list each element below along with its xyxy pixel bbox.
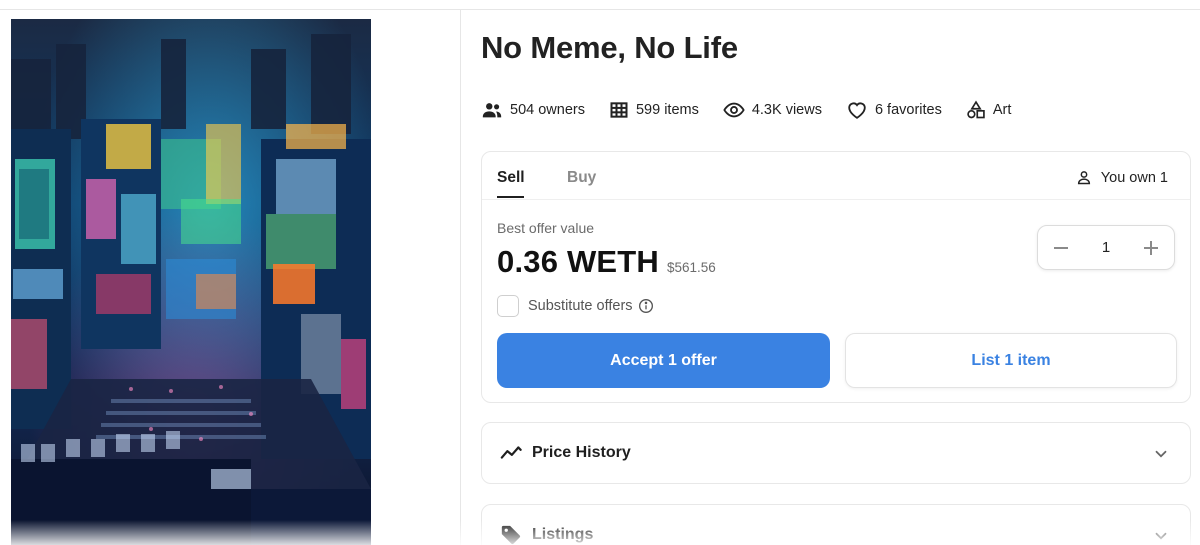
info-icon[interactable] <box>638 298 654 314</box>
substitute-offers-checkbox[interactable] <box>497 295 519 317</box>
stat-label: 599 items <box>635 102 699 118</box>
tag-icon <box>501 525 521 545</box>
plus-icon <box>1144 241 1158 255</box>
stats-row: 504 owners 599 items 4.3K views 6 favori… <box>481 99 1035 121</box>
trade-card: Sell Buy You own 1 Best offer value 0.36… <box>481 151 1191 403</box>
eye-icon <box>723 102 745 118</box>
list-item-button[interactable]: List 1 item <box>845 333 1177 388</box>
people-icon <box>482 103 502 118</box>
nft-artwork[interactable] <box>11 19 371 545</box>
stat-label: Art <box>992 102 1012 118</box>
stat-owners[interactable]: 504 owners <box>481 99 585 121</box>
heart-icon <box>848 102 866 119</box>
stat-views[interactable]: 4.3K views <box>723 99 822 121</box>
ownership-indicator: You own 1 <box>1076 169 1168 186</box>
media-column <box>0 10 461 545</box>
nft-item-page: No Meme, No Life 504 owners 599 items 4.… <box>0 0 1200 545</box>
price-history-panel[interactable]: Price History <box>481 422 1191 484</box>
tab-buy[interactable]: Buy <box>567 169 596 187</box>
price-history-label: Price History <box>532 444 631 461</box>
grid-icon <box>610 102 628 118</box>
chevron-down-icon <box>1155 532 1167 540</box>
page-title: No Meme, No Life <box>481 30 738 65</box>
trade-tabs: Sell Buy You own 1 <box>482 152 1190 200</box>
quantity-stepper: 1 <box>1037 225 1175 270</box>
listings-panel[interactable]: Listings <box>481 504 1191 545</box>
listings-label: Listings <box>532 526 594 543</box>
ownership-label: You own 1 <box>1100 169 1168 186</box>
stat-items[interactable]: 599 items <box>609 100 699 120</box>
trend-icon <box>500 446 522 459</box>
stat-favorites[interactable]: 6 favorites <box>846 99 942 121</box>
increment-button[interactable] <box>1140 237 1162 259</box>
person-icon <box>1077 171 1090 185</box>
accept-offer-button[interactable]: Accept 1 offer <box>497 333 830 388</box>
stat-label: 4.3K views <box>751 102 822 118</box>
tab-sell[interactable]: Sell <box>497 169 525 187</box>
shapes-icon <box>967 100 985 119</box>
top-divider <box>0 0 1200 10</box>
active-tab-indicator <box>497 196 524 198</box>
substitute-offers-label: Substitute offers <box>528 298 633 314</box>
price-row: 0.36 WETH $561.56 <box>497 244 716 280</box>
substitute-offers-row: Substitute offers <box>497 295 654 317</box>
stat-category[interactable]: Art <box>966 100 1012 120</box>
offer-price: 0.36 WETH <box>497 244 660 279</box>
stat-label: 504 owners <box>510 102 585 118</box>
offer-label: Best offer value <box>497 220 595 236</box>
stat-label: 6 favorites <box>874 102 942 118</box>
offer-price-usd: $561.56 <box>667 260 716 275</box>
chevron-down-icon <box>1155 450 1167 458</box>
